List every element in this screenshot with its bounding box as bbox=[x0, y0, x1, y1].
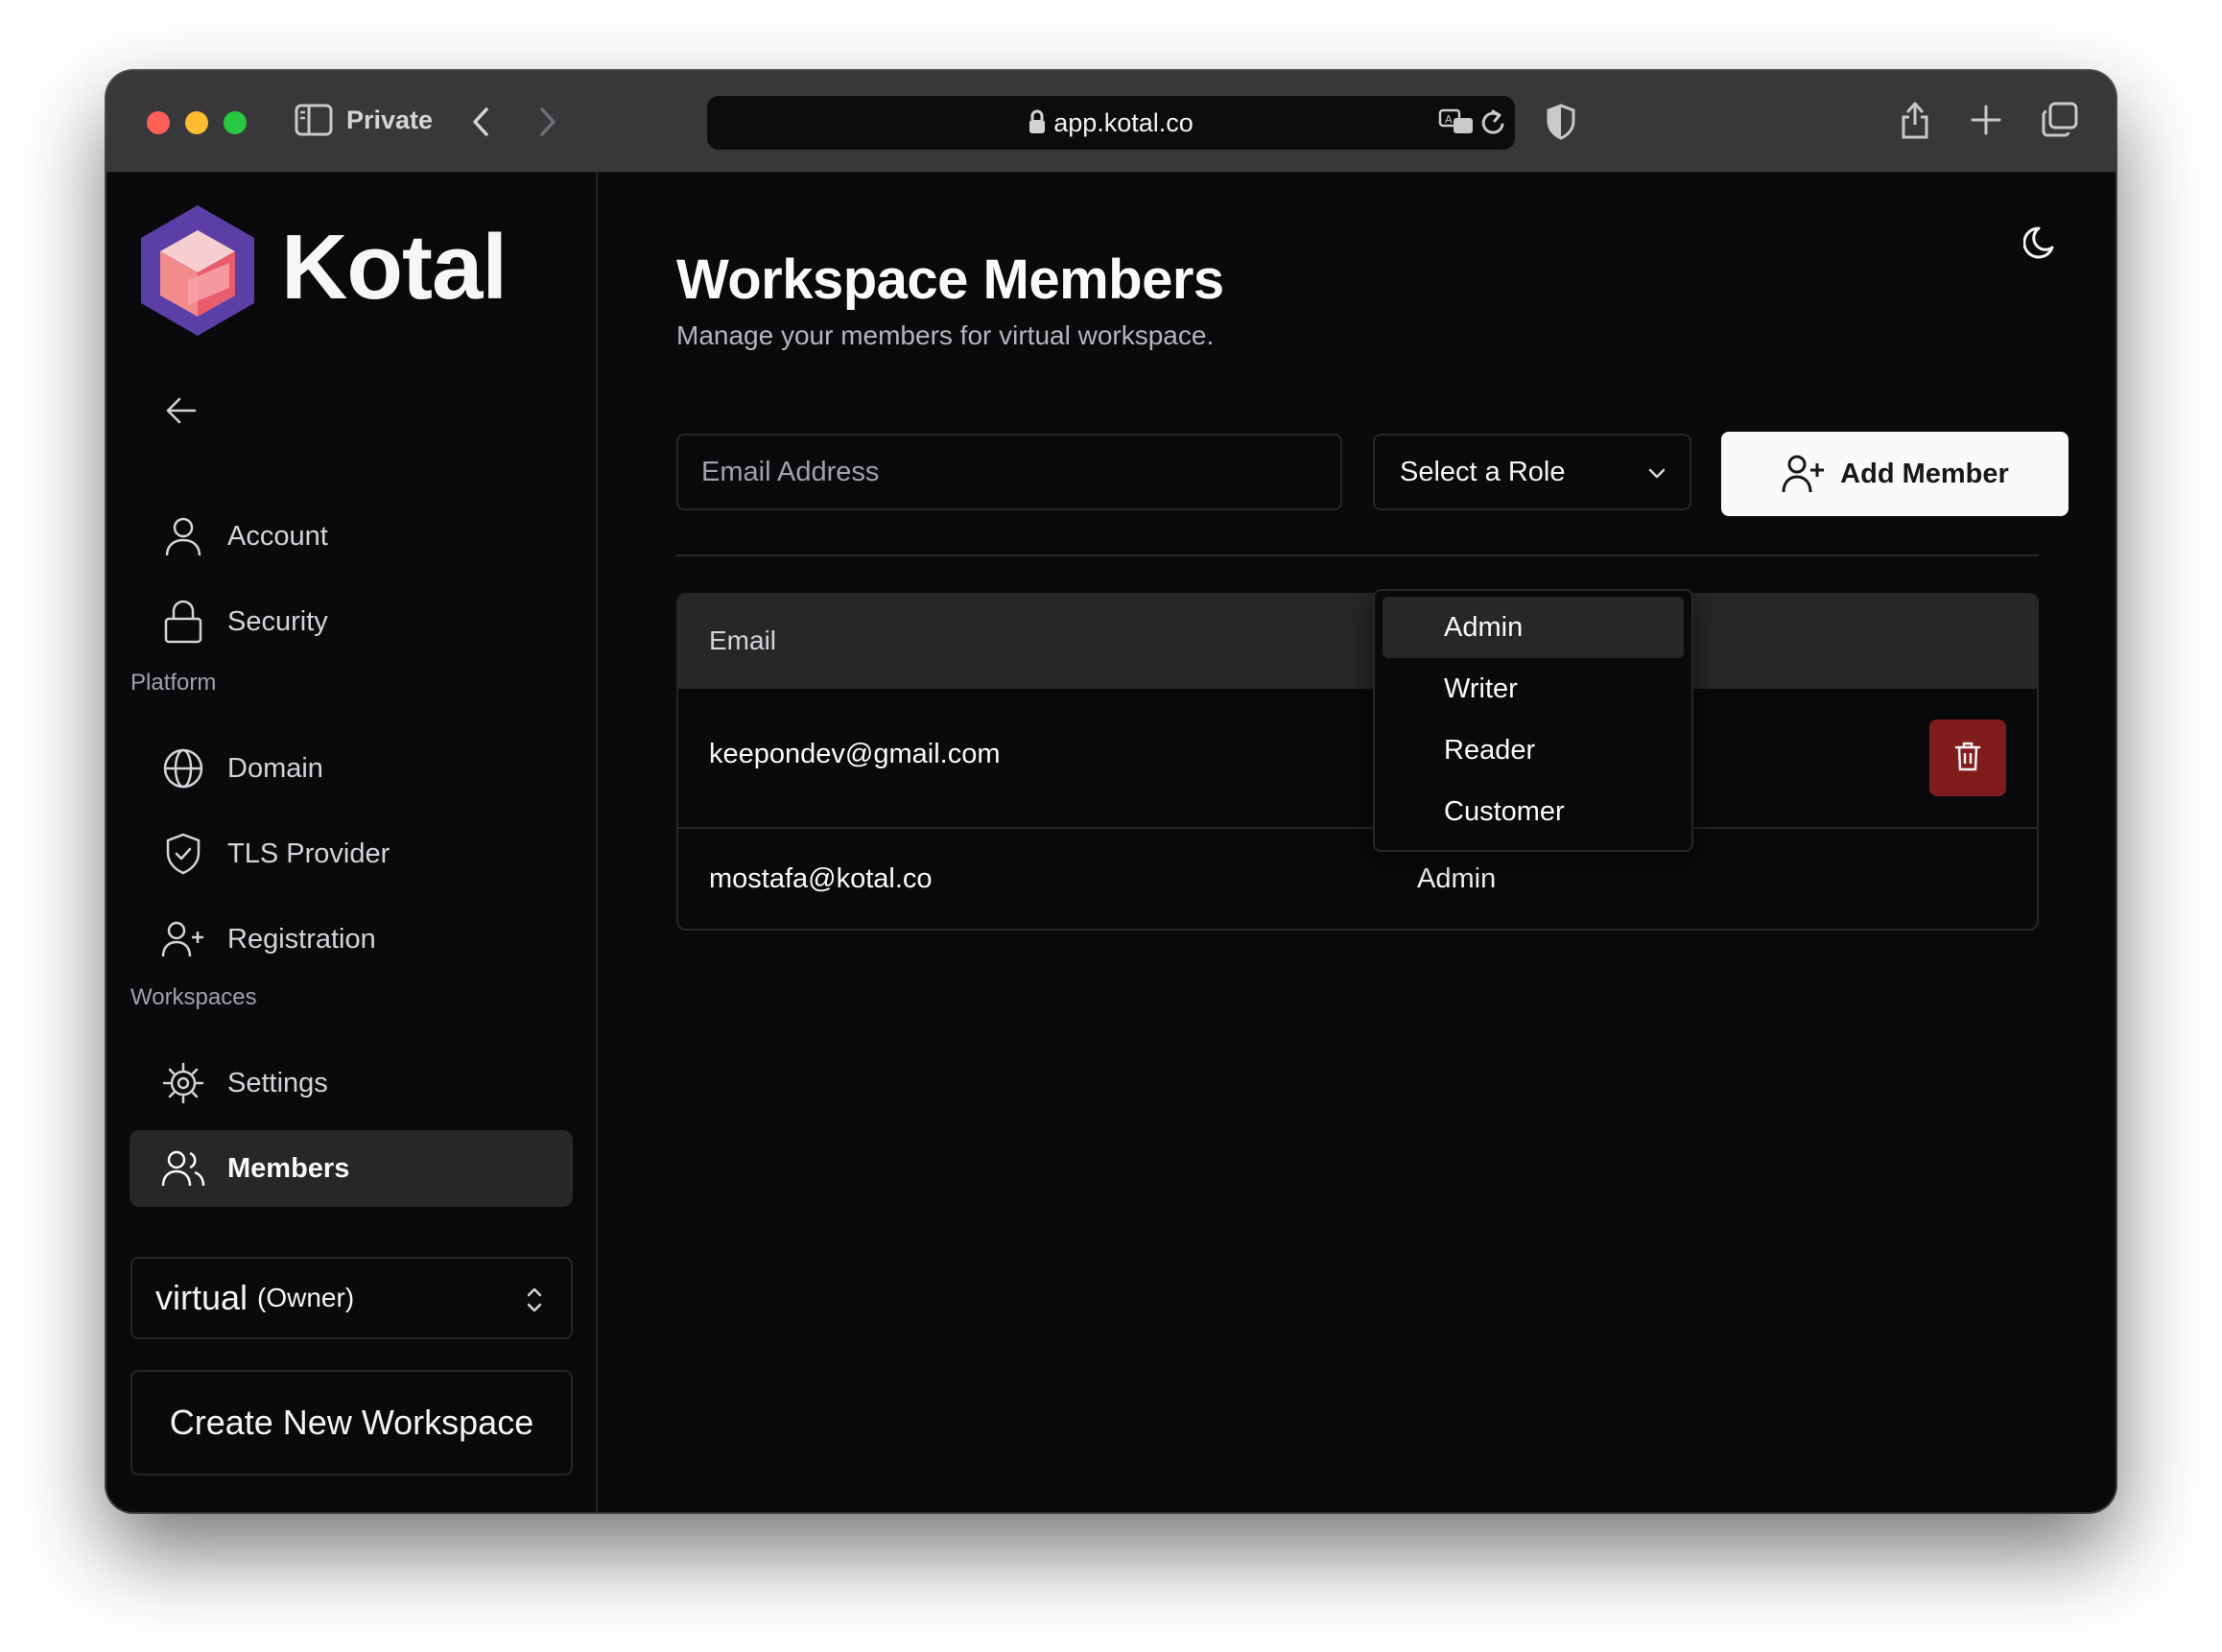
tab-overview-icon[interactable] bbox=[2041, 102, 2079, 138]
member-email: mostafa@kotal.co bbox=[709, 863, 933, 894]
add-member-button[interactable]: Add Member bbox=[1721, 432, 2068, 516]
user-plus-icon bbox=[1781, 454, 1825, 494]
url-display: app.kotal.co bbox=[707, 108, 1515, 141]
browser-toolbar: Private app.kotal.co A bbox=[106, 71, 2116, 173]
sidebar-item-members[interactable]: Members bbox=[130, 1130, 573, 1207]
user-icon bbox=[160, 513, 206, 559]
delete-member-button[interactable] bbox=[1929, 720, 2006, 796]
sidebar-item-tls-provider[interactable]: TLS Provider bbox=[130, 816, 573, 891]
table-row: mostafa@kotal.co Admin bbox=[678, 827, 2037, 929]
sidebar-item-security[interactable]: Security bbox=[130, 584, 573, 659]
sidebar-item-label: Domain bbox=[227, 752, 323, 784]
globe-icon bbox=[160, 745, 206, 791]
gear-icon bbox=[160, 1060, 206, 1106]
sidebar-item-domain[interactable]: Domain bbox=[130, 731, 573, 806]
sidebar-item-label: Account bbox=[227, 520, 328, 552]
add-member-label: Add Member bbox=[1840, 458, 2009, 489]
role-option-writer[interactable]: Writer bbox=[1383, 658, 1684, 720]
address-bar[interactable]: app.kotal.co A bbox=[707, 96, 1515, 150]
kotal-logo bbox=[135, 201, 260, 340]
brand-name: Kotal bbox=[281, 216, 508, 319]
share-icon[interactable] bbox=[1899, 100, 1931, 140]
role-dropdown-menu: Admin Writer Reader Customer bbox=[1373, 589, 1693, 852]
member-role: Admin bbox=[1417, 863, 1497, 894]
section-label-platform: Platform bbox=[130, 670, 217, 696]
table-header: Email bbox=[678, 595, 2037, 689]
role-option-customer[interactable]: Customer bbox=[1383, 781, 1684, 842]
page-subtitle: Manage your members for virtual workspac… bbox=[676, 320, 1215, 350]
chevron-down-icon bbox=[1645, 460, 1668, 492]
translate-icon[interactable]: A bbox=[1438, 107, 1477, 136]
column-header-email: Email bbox=[709, 625, 777, 655]
sidebar-item-label: Settings bbox=[227, 1067, 328, 1098]
svg-text:A: A bbox=[1445, 113, 1453, 126]
close-window-button[interactable] bbox=[147, 111, 170, 134]
sidebar-item-registration[interactable]: Registration bbox=[130, 902, 573, 977]
sidebar-item-label: Members bbox=[227, 1152, 350, 1184]
trash-icon bbox=[1953, 740, 1982, 777]
zoom-window-button[interactable] bbox=[224, 111, 247, 134]
back-arrow-icon[interactable] bbox=[164, 393, 199, 433]
sidebar-item-settings[interactable]: Settings bbox=[130, 1046, 573, 1121]
private-mode-label: Private bbox=[346, 106, 434, 134]
role-option-admin[interactable]: Admin bbox=[1383, 597, 1684, 658]
lock-icon bbox=[1028, 109, 1046, 141]
member-email: keepondev@gmail.com bbox=[709, 739, 1001, 769]
reload-icon[interactable] bbox=[1478, 107, 1507, 138]
back-icon[interactable] bbox=[469, 106, 492, 138]
sidebar-item-label: TLS Provider bbox=[227, 838, 390, 869]
workspace-selector[interactable]: virtual (Owner) bbox=[130, 1257, 573, 1339]
chevron-up-down-icon bbox=[523, 1284, 546, 1321]
forward-icon[interactable] bbox=[536, 106, 559, 138]
moon-icon[interactable] bbox=[2022, 223, 2062, 266]
sidebar-item-label: Security bbox=[227, 605, 328, 637]
create-workspace-button[interactable]: Create New Workspace bbox=[130, 1370, 573, 1475]
role-select[interactable]: Select a Role bbox=[1373, 434, 1691, 510]
sidebar-item-account[interactable]: Account bbox=[130, 499, 573, 574]
workspace-name: virtual bbox=[155, 1278, 248, 1317]
main-content: Workspace Members Manage your members fo… bbox=[600, 173, 2116, 1512]
email-field[interactable] bbox=[676, 434, 1342, 510]
new-tab-icon[interactable] bbox=[1970, 104, 2002, 136]
users-icon bbox=[160, 1145, 206, 1192]
role-select-value: Select a Role bbox=[1400, 456, 1566, 487]
minimize-window-button[interactable] bbox=[185, 111, 208, 134]
sidebar: Kotal Account Security Platform Domain T… bbox=[106, 173, 598, 1512]
shield-check-icon bbox=[160, 831, 206, 877]
workspace-role: (Owner) bbox=[257, 1283, 355, 1312]
lock-icon bbox=[160, 599, 206, 645]
section-label-workspaces: Workspaces bbox=[130, 984, 257, 1010]
privacy-shield-icon[interactable] bbox=[1546, 104, 1576, 140]
url-text: app.kotal.co bbox=[1053, 108, 1194, 137]
sidebar-item-label: Registration bbox=[227, 923, 376, 955]
page-title: Workspace Members bbox=[676, 248, 1224, 311]
table-row: keepondev@gmail.com bbox=[678, 689, 2037, 827]
members-table: Email keepondev@gmail.com mostafa@kotal.… bbox=[676, 593, 2039, 931]
role-option-reader[interactable]: Reader bbox=[1383, 720, 1684, 781]
browser-window: Private app.kotal.co A Kotal Account Sec… bbox=[106, 71, 2116, 1512]
divider bbox=[676, 555, 2039, 556]
sidebar-toggle-icon[interactable] bbox=[295, 104, 333, 136]
user-plus-icon bbox=[160, 916, 206, 962]
